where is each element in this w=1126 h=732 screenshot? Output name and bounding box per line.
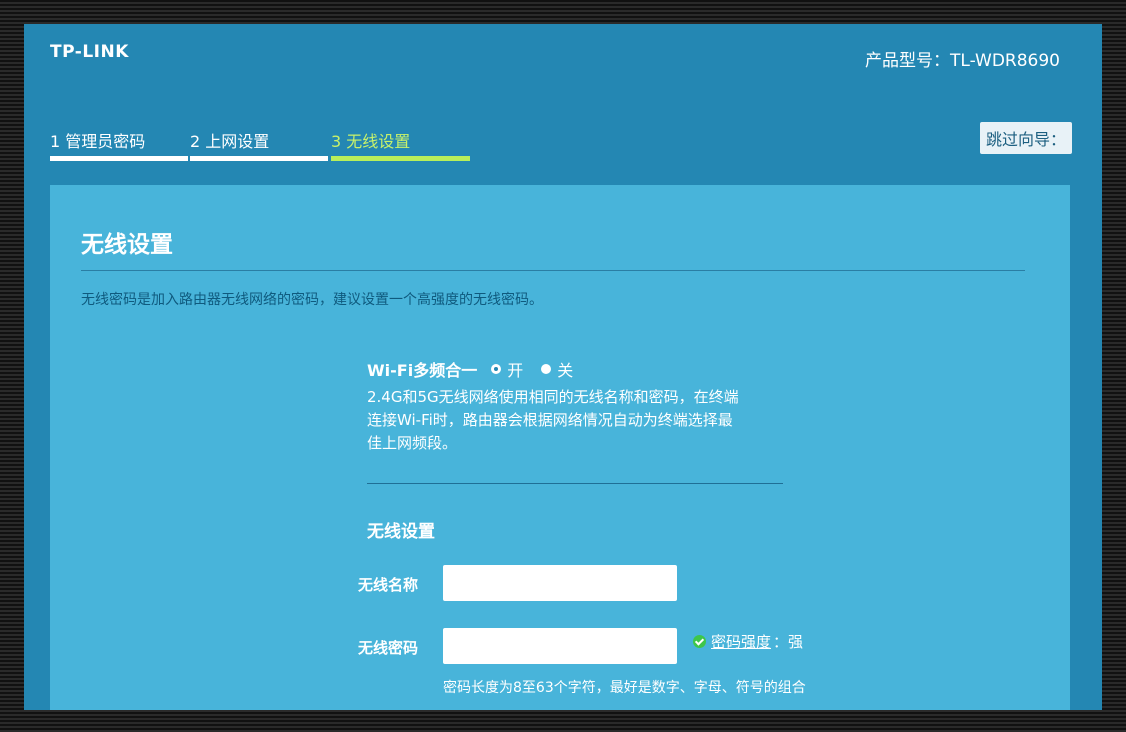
- step-progress-bar: [331, 156, 470, 161]
- ssid-input[interactable]: [443, 565, 677, 601]
- strength-separator: ：: [773, 633, 789, 651]
- radio-off[interactable]: [541, 364, 552, 374]
- intro-text: 无线密码是加入路由器无线网络的密码，建议设置一个高强度的无线密码。: [81, 292, 543, 308]
- ssid-label: 无线名称: [358, 576, 419, 594]
- section-divider: [367, 483, 783, 484]
- wifi-combine-label: Wi-Fi多频合一: [367, 361, 478, 380]
- wifi-combine-description: 2.4G和5G无线网络使用相同的无线名称和密码，在终端连接Wi-Fi时，路由器会…: [367, 388, 739, 452]
- page-title: 无线设置: [81, 232, 173, 258]
- password-strength: 密码强度 ： 强: [693, 631, 803, 652]
- step-internet-settings[interactable]: 2 上网设置: [190, 128, 328, 161]
- wizard-steps: 1 管理员密码 2 上网设置 3 无线设置: [50, 128, 510, 168]
- password-label: 无线密码: [358, 639, 419, 657]
- brand-logo: TP-LINK: [50, 42, 129, 62]
- step-progress-bar: [190, 156, 328, 161]
- product-model: 产品型号：TL-WDR8690: [865, 51, 1060, 71]
- step-label: 2 上网设置: [190, 132, 270, 151]
- password-strength-link[interactable]: 密码强度: [711, 631, 771, 652]
- step-progress-bar: [50, 156, 188, 161]
- strength-value: 强: [788, 633, 804, 651]
- radio-on-label[interactable]: 开: [507, 357, 523, 381]
- step-label: 1 管理员密码: [50, 132, 146, 151]
- step-label: 3 无线设置: [331, 132, 411, 151]
- wireless-settings-panel: 无线设置 无线密码是加入路由器无线网络的密码，建议设置一个高强度的无线密码。 W…: [50, 185, 1070, 710]
- skip-wizard-button[interactable]: 跳过向导：: [979, 122, 1072, 154]
- step-admin-password[interactable]: 1 管理员密码: [50, 128, 188, 161]
- title-divider: [81, 270, 1025, 271]
- password-hint: 密码长度为8至63个字符，最好是数字、字母、符号的组合: [443, 680, 806, 696]
- step-wireless-settings[interactable]: 3 无线设置: [331, 128, 470, 161]
- check-icon: [693, 635, 706, 648]
- router-setup-screen: TP-LINK 产品型号：TL-WDR8690 1 管理员密码 2 上网设置 3…: [24, 24, 1102, 710]
- password-input[interactable]: [443, 628, 677, 664]
- radio-on[interactable]: [491, 364, 502, 374]
- wifi-combine-row: Wi-Fi多频合一 开 关: [367, 357, 591, 381]
- wireless-subtitle: 无线设置: [367, 522, 435, 542]
- radio-off-label[interactable]: 关: [557, 357, 573, 381]
